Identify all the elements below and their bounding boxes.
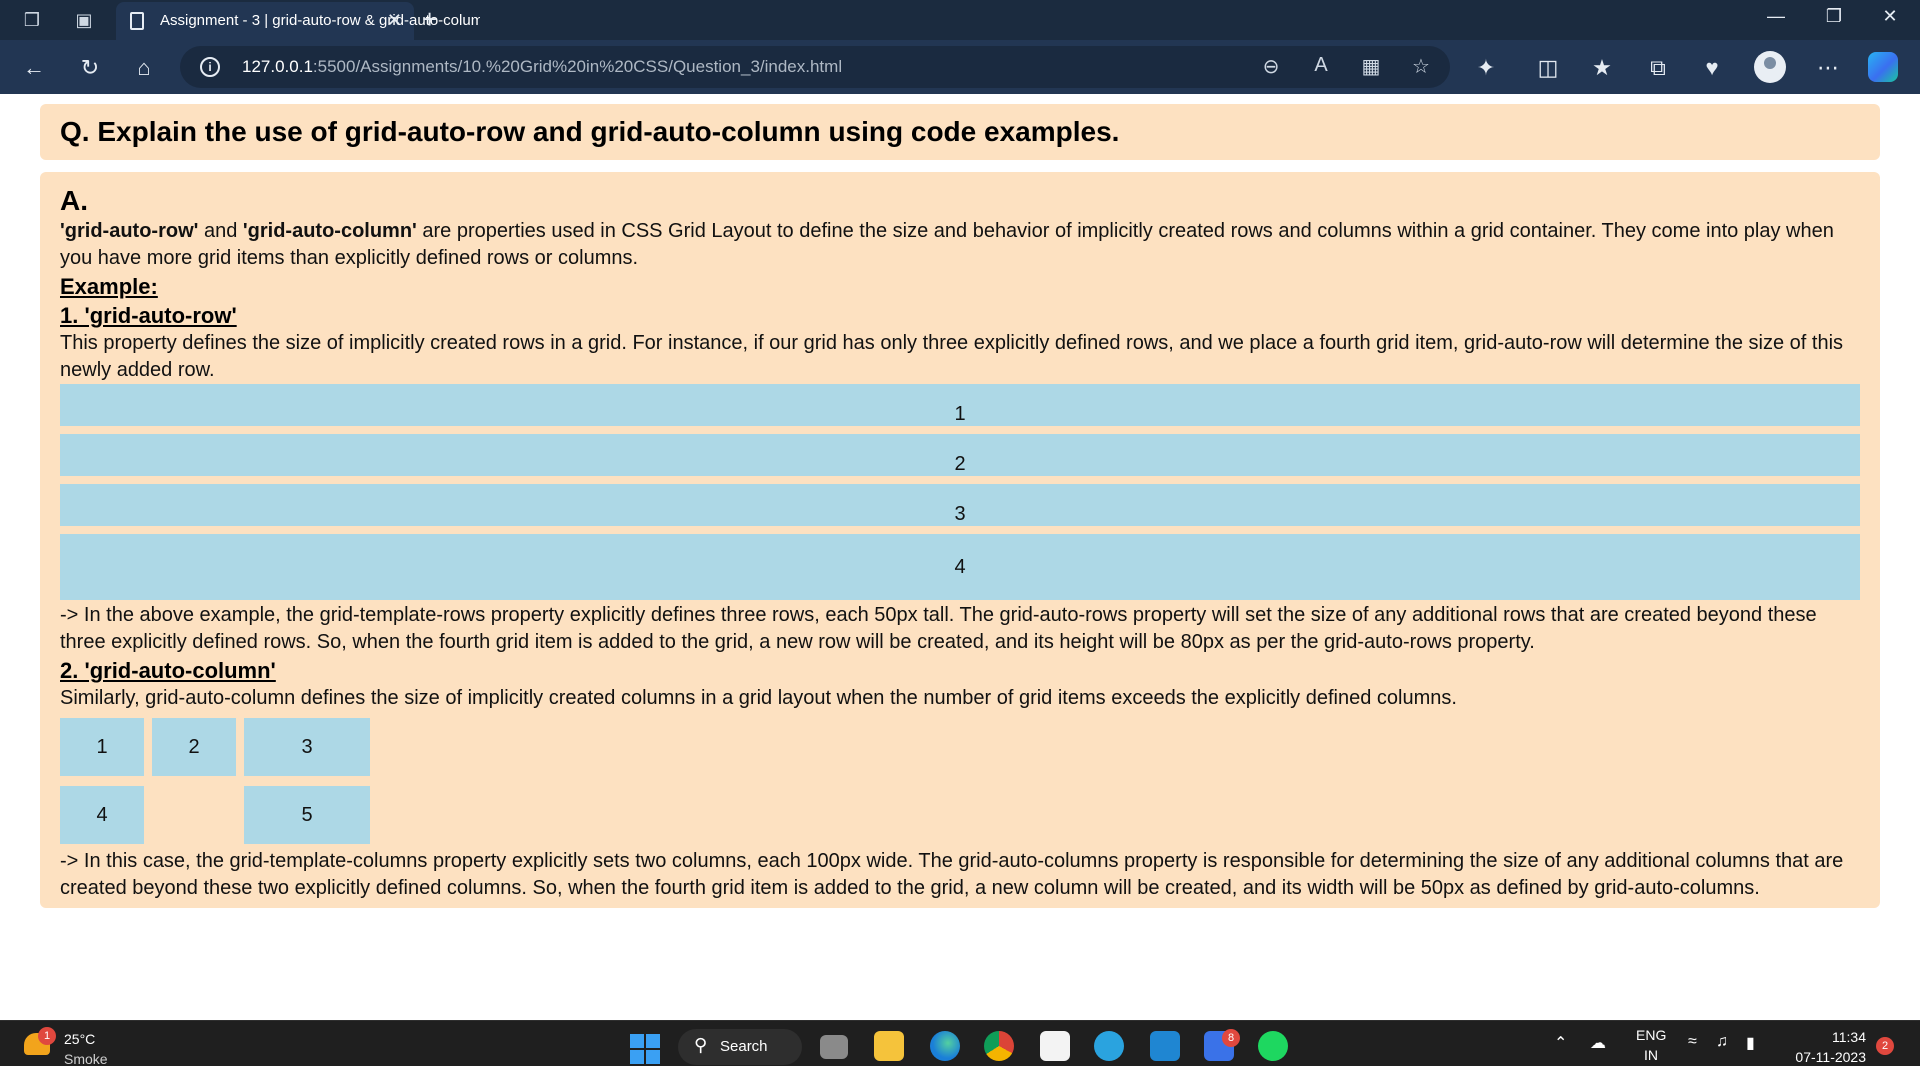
question-panel: Q. Explain the use of grid-auto-row and … [40, 104, 1880, 160]
profile-avatar[interactable] [1754, 51, 1786, 83]
collections-icon[interactable]: ⧉ [1644, 54, 1672, 82]
clock-date: 07-11-2023 [1795, 1049, 1866, 1065]
column-grid-item: 5 [244, 786, 370, 844]
wifi-icon[interactable]: ≈ [1688, 1033, 1697, 1051]
favorite-star-icon[interactable]: ☆ [1408, 54, 1434, 79]
onedrive-icon[interactable]: ☁ [1590, 1033, 1606, 1053]
close-tab-icon[interactable]: ✕ [387, 10, 402, 31]
column-grid-item: 4 [60, 786, 144, 844]
copilot-icon[interactable] [1868, 52, 1898, 82]
intro-term-column: 'grid-auto-column' [242, 220, 417, 242]
spotify-icon[interactable] [1258, 1031, 1288, 1061]
section2-text: Similarly, grid-auto-column defines the … [60, 687, 1457, 709]
microsoft-store-icon[interactable] [1040, 1031, 1070, 1061]
taskbar-search[interactable]: ⚲ Search [678, 1029, 802, 1065]
weather-badge: 1 [38, 1027, 56, 1045]
row-grid-item: 1 [60, 384, 1860, 426]
start-button[interactable] [630, 1034, 660, 1064]
telegram-icon[interactable] [1094, 1031, 1124, 1061]
extensions-icon[interactable]: ✦ [1472, 54, 1500, 82]
search-icon: ⚲ [694, 1035, 708, 1055]
site-info-icon[interactable]: i [200, 57, 220, 77]
address-bar[interactable]: i 127.0.0.1:5500/Assignments/10.%20Grid%… [180, 46, 1450, 88]
show-hidden-icons-icon[interactable]: ⌃ [1554, 1033, 1567, 1053]
section1-text: This property defines the size of implic… [60, 332, 1844, 381]
language-indicator[interactable]: ENG [1636, 1027, 1666, 1043]
answer-panel: A. 'grid-auto-row' and 'grid-auto-column… [40, 172, 1880, 908]
read-aloud-icon[interactable]: A [1308, 54, 1334, 77]
task-view-icon[interactable] [820, 1035, 848, 1059]
region-indicator[interactable]: IN [1644, 1047, 1658, 1063]
edge-icon[interactable] [930, 1031, 960, 1061]
zoom-out-icon[interactable]: ⊖ [1258, 54, 1284, 79]
example-heading: Example: [60, 274, 158, 299]
column-grid-item: 2 [152, 718, 236, 776]
row-grid-item: 3 [60, 484, 1860, 526]
minimize-button[interactable]: — [1756, 6, 1796, 27]
immersive-reader-icon[interactable]: ▦ [1358, 54, 1384, 79]
section1-explanation: -> In the above example, the grid-templa… [60, 604, 1817, 653]
page-icon [130, 12, 144, 30]
url-text[interactable]: 127.0.0.1:5500/Assignments/10.%20Grid%20… [242, 57, 842, 77]
intro-term-row: 'grid-auto-row' [60, 220, 199, 242]
section2-heading: 2. 'grid-auto-column' [60, 658, 276, 683]
back-icon[interactable]: ← [20, 54, 48, 82]
weather-condition[interactable]: Smoke [64, 1051, 108, 1066]
windows-taskbar: 1 25°C Smoke ⚲ Search 8 ⌃ ☁ ENG IN ≈ ♫ ▮… [0, 1020, 1920, 1066]
todo-badge: 8 [1222, 1029, 1240, 1047]
column-grid-gap [152, 786, 236, 844]
answer-heading: A. [60, 185, 88, 216]
active-tab[interactable]: Assignment - 3 | grid-auto-row & grid-au… [116, 2, 480, 40]
browser-essentials-icon[interactable]: ♥ [1698, 54, 1726, 82]
section1-heading: 1. 'grid-auto-row' [60, 303, 237, 328]
battery-icon[interactable]: ▮ [1746, 1033, 1755, 1053]
search-label: Search [720, 1038, 768, 1055]
section2-explanation: -> In this case, the grid-template-colum… [60, 850, 1844, 899]
browser-title-bar: ❒ ▣ Assignment - 3 | grid-auto-row & gri… [0, 0, 1920, 40]
tab-actions-icon[interactable]: ▣ [72, 8, 96, 32]
row-grid-item: 4 [60, 534, 1860, 600]
home-icon[interactable]: ⌂ [130, 54, 158, 82]
row-grid-item: 2 [60, 434, 1860, 476]
more-menu-icon[interactable]: ⋯ [1814, 54, 1842, 82]
split-screen-icon[interactable]: ◫ [1534, 54, 1562, 82]
file-explorer-icon[interactable] [874, 1031, 904, 1061]
chrome-icon[interactable] [984, 1031, 1014, 1061]
volume-icon[interactable]: ♫ [1716, 1033, 1728, 1051]
column-grid-item: 1 [60, 718, 144, 776]
intro-paragraph: 'grid-auto-row' and 'grid-auto-column' a… [60, 220, 1834, 269]
close-window-button[interactable]: ✕ [1870, 6, 1910, 27]
restore-button[interactable]: ❐ [1814, 6, 1854, 27]
vscode-icon[interactable] [1150, 1031, 1180, 1061]
new-tab-button[interactable]: + [422, 4, 437, 35]
column-grid-item: 3 [244, 718, 370, 776]
refresh-icon[interactable]: ↻ [76, 54, 104, 82]
browser-toolbar: ← ↻ ⌂ i 127.0.0.1:5500/Assignments/10.%2… [0, 40, 1920, 94]
question-title: Q. Explain the use of grid-auto-row and … [60, 116, 1120, 147]
clock-time: 11:34 [1832, 1029, 1866, 1045]
temperature[interactable]: 25°C [64, 1031, 95, 1047]
clock[interactable]: 11:34 07-11-2023 [1795, 1027, 1866, 1066]
notification-badge[interactable]: 2 [1876, 1037, 1894, 1055]
favorites-icon[interactable]: ★ [1588, 54, 1616, 82]
page-content: Q. Explain the use of grid-auto-row and … [0, 94, 1920, 1020]
column-grid-demo: 1 2 3 4 5 [60, 718, 1860, 844]
workspaces-icon[interactable]: ❒ [20, 8, 44, 32]
row-grid-demo: 1 2 3 4 [60, 384, 1860, 600]
